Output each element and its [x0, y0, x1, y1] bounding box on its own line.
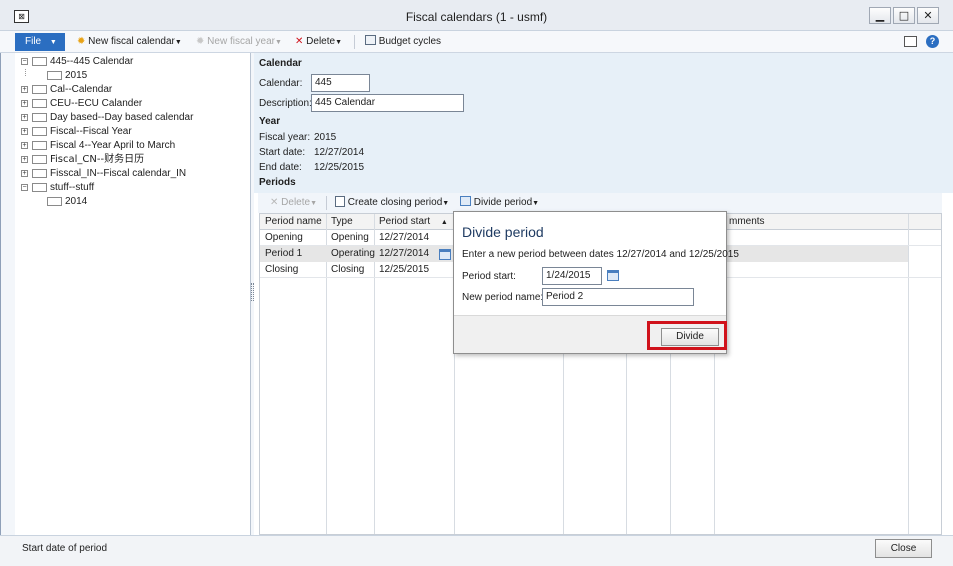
delete-x-icon: ✕	[270, 197, 279, 208]
toolbar-divider	[354, 35, 355, 49]
new-fiscal-year-button[interactable]: ✹ New fiscal year▼	[196, 35, 282, 49]
document-icon	[335, 196, 345, 207]
toolbar-divider	[326, 196, 327, 210]
cell-type: Closing	[331, 264, 365, 275]
cell-period-name: Opening	[265, 232, 303, 243]
collapse-icon[interactable]: −	[21, 58, 28, 65]
maximize-icon[interactable]: □	[893, 7, 915, 24]
cell-period-start: 12/25/2015	[379, 264, 430, 275]
cell-period-start: 12/27/2014	[379, 232, 430, 243]
tree-line	[25, 69, 26, 76]
calendar-field[interactable]: 445	[311, 74, 370, 92]
node-icon	[32, 99, 47, 108]
expand-icon[interactable]: +	[21, 114, 28, 121]
new-fiscal-calendar-button[interactable]: ✹ New fiscal calendar▼	[77, 35, 182, 49]
dialog-footer: Divide	[454, 315, 727, 353]
expand-icon[interactable]: +	[21, 142, 28, 149]
layout-icon[interactable]	[904, 36, 917, 47]
description-label: Description:	[259, 98, 312, 109]
status-bar	[0, 535, 953, 566]
new-period-name-field[interactable]: Period 2	[542, 288, 694, 306]
node-icon	[32, 113, 47, 122]
node-icon	[32, 183, 47, 192]
close-button[interactable]: Close	[875, 539, 932, 558]
delete-x-icon: ✕	[295, 36, 304, 47]
calendar-section-title: Calendar	[259, 58, 302, 69]
column-header-comments[interactable]: mments	[724, 214, 914, 230]
fiscal-year-label: Fiscal year:	[259, 132, 311, 143]
budget-cycles-button[interactable]: Budget cycles	[365, 35, 441, 49]
divide-period-dialog: Divide period Enter a new period between…	[453, 211, 739, 354]
window-title: Fiscal calendars (1 - usmf)	[405, 10, 548, 24]
status-text: Start date of period	[22, 543, 108, 554]
node-icon	[32, 141, 47, 150]
node-icon	[47, 71, 62, 80]
cell-period-name: Closing	[265, 264, 299, 275]
description-field[interactable]: 445 Calendar	[311, 94, 464, 112]
column-header-type[interactable]: Type	[326, 214, 374, 230]
periods-section-title: Periods	[259, 177, 296, 188]
create-closing-period-button[interactable]: Create closing period▼	[335, 196, 449, 210]
help-icon[interactable]: ?	[926, 35, 939, 48]
cell-period-name: Period 1	[265, 248, 303, 259]
fiscal-year-value: 2015	[314, 132, 337, 143]
expand-icon[interactable]: +	[21, 100, 28, 107]
close-icon[interactable]: ✕	[917, 7, 939, 24]
start-date-label: Start date:	[259, 147, 306, 158]
node-icon	[32, 155, 47, 164]
new-period-name-label: New period name:	[462, 292, 544, 303]
period-start-label: Period start:	[462, 271, 516, 282]
expand-icon[interactable]: +	[21, 128, 28, 135]
cell-type: Opening	[331, 232, 369, 243]
end-date-value: 12/25/2015	[314, 162, 365, 173]
divide-icon	[460, 196, 471, 206]
collapse-icon[interactable]: −	[21, 184, 28, 191]
node-icon	[32, 85, 47, 94]
column-header-period-start[interactable]: Period start ▲	[374, 214, 454, 230]
calendar-picker-icon[interactable]	[607, 270, 619, 281]
delete-button[interactable]: ✕ Delete▼	[295, 35, 342, 49]
expand-icon[interactable]: +	[21, 156, 28, 163]
node-icon	[32, 57, 47, 66]
year-section-title: Year	[259, 116, 281, 127]
column-header-period-name[interactable]: Period name	[260, 214, 326, 230]
dialog-title: Divide period	[462, 224, 544, 240]
sort-ascending-icon: ▲	[440, 219, 448, 226]
node-icon	[32, 127, 47, 136]
period-start-field[interactable]: 1/24/2015	[542, 267, 602, 285]
calendar-tree: − 445--445 Calendar 2015 + Cal--Calendar…	[15, 53, 251, 535]
divide-period-button[interactable]: Divide period▼	[460, 196, 539, 210]
expand-icon[interactable]: +	[21, 86, 28, 93]
calendar-label: Calendar:	[259, 78, 303, 89]
node-icon	[32, 169, 47, 178]
node-icon	[47, 197, 62, 206]
divide-button[interactable]: Divide	[661, 328, 719, 346]
start-date-value: 12/27/2014	[314, 147, 365, 158]
sun-icon: ✹	[196, 36, 205, 47]
dialog-instructions: Enter a new period between dates 12/27/2…	[462, 249, 739, 260]
sun-icon: ✹	[77, 36, 86, 47]
end-date-label: End date:	[259, 162, 302, 173]
cell-type: Operating	[331, 248, 375, 259]
minimize-icon[interactable]: ▁	[869, 7, 891, 24]
calendar-icon	[365, 35, 376, 45]
expand-icon[interactable]: +	[21, 170, 28, 177]
calendar-picker-icon[interactable]	[439, 249, 451, 260]
period-delete-button[interactable]: ✕ Delete▼	[270, 196, 317, 210]
file-button[interactable]: File ▼	[15, 33, 65, 51]
